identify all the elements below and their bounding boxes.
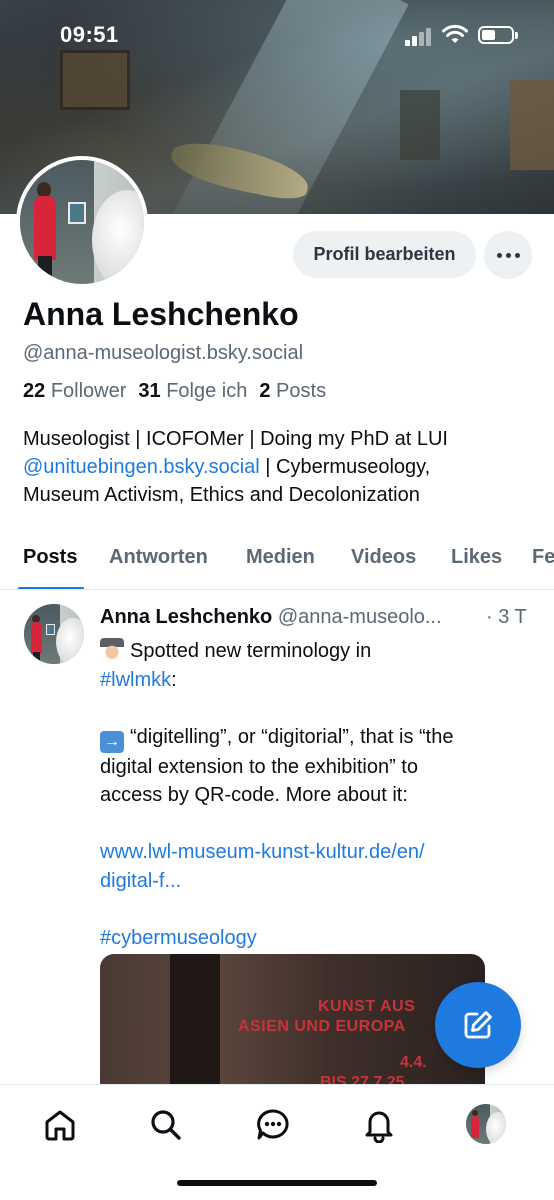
image-column [170,954,220,1094]
post-header[interactable]: Anna Leshchenko @anna-museolo... [100,606,540,629]
post-line: Spotted new terminology in [130,640,372,662]
hashtag-link[interactable]: #lwlmkk [100,669,171,691]
home-indicator [177,1180,377,1186]
more-options-button[interactable] [484,231,532,279]
profile-bio: Museologist | ICOFOMer | Doing my PhD at… [23,425,543,509]
chat-icon[interactable] [253,1105,293,1145]
tab-active-indicator [18,587,84,589]
tab-likes[interactable]: Likes [451,546,502,569]
compose-button[interactable] [435,982,521,1068]
post-author-avatar[interactable] [24,604,84,664]
post-line: access by QR-code. More about it: [100,784,408,806]
banner-painting [510,80,554,170]
tab-videos[interactable]: Videos [351,546,416,569]
bio-line: Museologist | ICOFOMer | Doing my PhD at… [23,428,448,450]
more-dots-icon [496,252,502,258]
tab-posts[interactable]: Posts [23,546,77,569]
post-line: digital extension to the exhibition” to [100,755,418,778]
status-time: 09:51 [60,22,119,47]
image-text: KUNST AUS [318,998,416,1015]
profile-avatar[interactable] [16,156,148,288]
post-image[interactable]: KUNST AUS ASIEN UND EUROPA 4.4. BIS 27.7… [100,954,485,1094]
battery-icon [478,26,518,44]
post-url-link[interactable]: www.lwl-museum-kunst-kultur.de/en/ [100,841,425,863]
detective-emoji-icon [100,638,124,660]
post-text: Spotted new terminology in #lwlmkk: → “di… [100,637,530,952]
post-author-handle[interactable]: @anna-museolo... [278,606,442,628]
search-icon[interactable] [146,1105,186,1145]
status-bar: 09:51 [0,0,554,70]
following-link[interactable]: 31 Folge ich [138,380,259,402]
bio-mention-link[interactable]: @unituebingen.bsky.social [23,456,260,478]
edit-profile-button[interactable]: Profil bearbeiten [293,231,476,278]
bell-icon[interactable] [359,1105,399,1145]
post-author-name[interactable]: Anna Leshchenko [100,606,272,628]
post-timestamp: · 3 T [486,606,527,628]
wifi-icon [442,24,468,51]
tab-replies[interactable]: Antworten [109,546,208,569]
bio-line: | Cybermuseology, [259,456,431,478]
posts-count: 2 Posts [259,380,327,402]
post-line: “digitelling”, or “digitorial”, that is … [130,725,454,748]
profile-tabs: Posts Antworten Medien Videos Likes Fe [0,538,554,590]
followers-link[interactable]: 22 Follower [23,380,138,402]
right-arrow-emoji-icon: → [100,730,124,753]
image-text: ASIEN UND EUROPA [238,1018,406,1035]
post-punctuation: : [171,668,177,691]
profile-stats: 22 Follower 31 Folge ich 2 Posts [23,380,338,403]
hashtag-link[interactable]: #cybermuseology [100,927,257,949]
cellular-signal-icon [405,28,433,46]
tab-media[interactable]: Medien [246,546,315,569]
image-text: 4.4. [400,1054,427,1071]
profile-avatar[interactable] [466,1104,506,1144]
post-url-link[interactable]: digital-f... [100,870,181,892]
tab-feeds[interactable]: Fe [532,546,554,569]
home-icon[interactable] [40,1105,80,1145]
compose-icon [464,1011,492,1039]
profile-handle: @anna-museologist.bsky.social [23,342,304,364]
profile-name: Anna Leshchenko [23,296,299,332]
bio-line: Museum Activism, Ethics and Decolonizati… [23,484,420,506]
banner-painting [400,90,440,160]
